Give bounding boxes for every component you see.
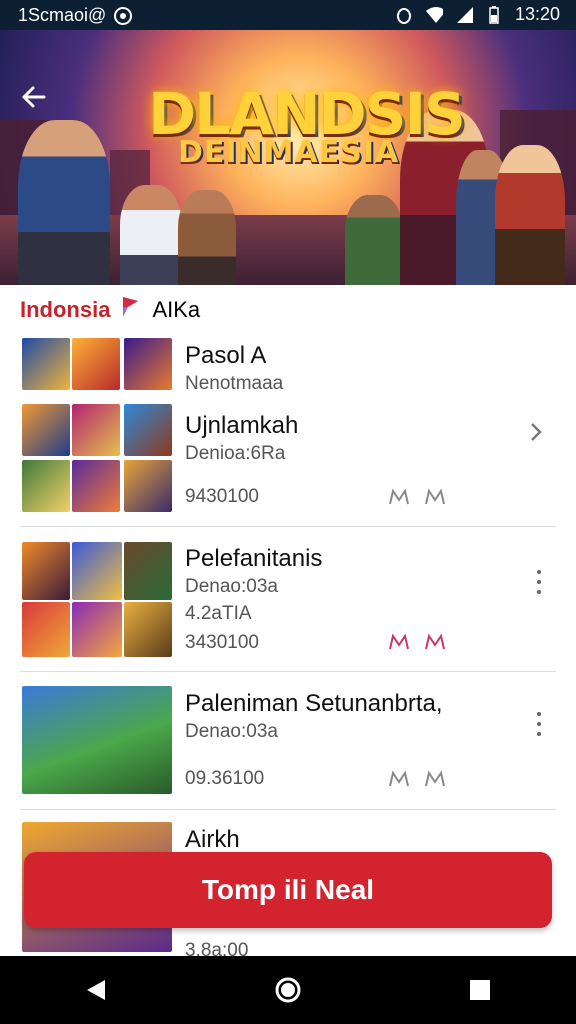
divider <box>20 809 556 810</box>
card-subtitle: Denao:03a <box>185 721 278 742</box>
m-badge-icon <box>389 488 409 505</box>
game-thumbnail <box>72 542 122 600</box>
card-subtitle-secondary: 4.2aTIA <box>185 603 252 624</box>
card-title: Pasol A <box>185 342 267 369</box>
game-thumbnail <box>22 460 70 512</box>
system-nav-bar <box>0 956 576 1024</box>
game-thumbnail <box>72 460 120 512</box>
m-badge-icon <box>425 633 445 650</box>
game-thumbnail <box>72 338 120 390</box>
section-header: Indonsia AIKa <box>20 295 200 325</box>
nav-back-icon <box>87 980 105 1000</box>
game-thumbnail <box>124 460 172 512</box>
chevron-right-icon[interactable] <box>524 420 548 444</box>
game-thumbnail <box>22 542 70 600</box>
more-vert-icon[interactable] <box>530 712 548 736</box>
card-subtitle: Denao:03a <box>185 576 278 597</box>
game-thumbnail <box>72 404 120 456</box>
game-thumbnail <box>22 686 172 794</box>
divider <box>20 671 556 672</box>
game-thumbnail <box>22 338 70 390</box>
game-thumbnail <box>124 338 172 390</box>
notification-icon <box>114 6 133 25</box>
status-bar: 1Scmaoi@ 13:20 <box>0 0 576 30</box>
card-title-secondary: Ujnlamkah <box>185 412 299 439</box>
card-title: Paleniman Setunanbrta, <box>185 690 443 717</box>
primary-cta-button[interactable]: Tomp ili Neal <box>24 852 552 928</box>
game-thumbnail <box>124 404 172 456</box>
section-title-red: Indonsia <box>20 297 111 322</box>
card-subtitle: Nenotmaaa <box>185 373 284 394</box>
flag-icon <box>120 295 142 325</box>
alarm-icon <box>395 6 413 24</box>
game-thumbnail <box>124 542 172 600</box>
game-thumbnail <box>72 602 122 657</box>
nav-home-icon <box>275 977 301 1003</box>
section-title-dark: AIKa <box>152 297 201 322</box>
card-title: Airkh <box>185 826 240 853</box>
card-title: Pelefanitanis <box>185 545 323 572</box>
status-left-text: 1Scmaoi@ <box>18 5 107 25</box>
card-count: 3430100 <box>185 632 259 653</box>
card-count: 9430100 <box>185 486 259 507</box>
nav-recent-icon <box>470 980 490 1000</box>
arrow-left-icon <box>22 86 46 108</box>
game-thumbnail <box>22 602 70 657</box>
divider <box>20 526 556 527</box>
clock-text: 13:20 <box>514 4 560 24</box>
m-badge-icon <box>425 770 445 787</box>
nav-home-button[interactable] <box>273 975 303 1005</box>
nav-back-button[interactable] <box>81 975 111 1005</box>
game-thumbnail <box>22 404 70 456</box>
battery-icon <box>485 5 503 24</box>
card-subtitle-secondary: Denioa:6Ra <box>185 443 286 464</box>
more-vert-icon[interactable] <box>530 570 548 594</box>
card-count: 09.36100 <box>185 768 265 789</box>
m-badge-icon <box>425 488 445 505</box>
wifi-icon <box>425 6 443 24</box>
nav-recent-button[interactable] <box>465 975 495 1005</box>
m-badge-icon <box>389 770 409 787</box>
hero-banner: DLANDSIS DEINMAESIA <box>0 30 576 285</box>
back-button[interactable] <box>16 80 50 114</box>
game-thumbnail <box>124 602 172 657</box>
signal-icon <box>455 6 473 24</box>
m-badge-icon <box>389 633 409 650</box>
game-logo-subtitle: DEINMAESIA <box>178 135 400 170</box>
